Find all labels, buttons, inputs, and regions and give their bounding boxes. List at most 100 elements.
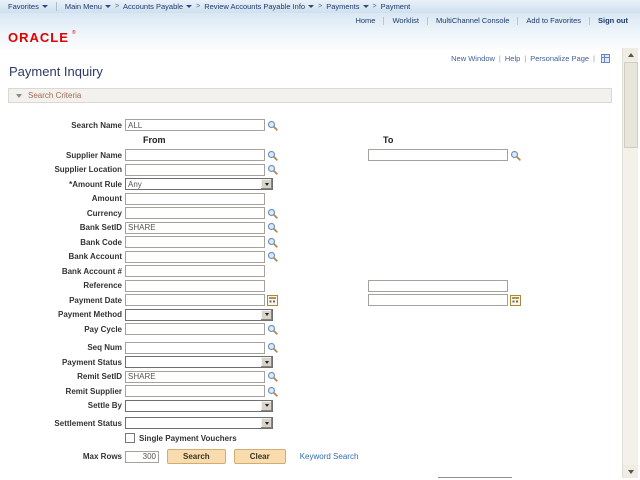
- field-label-bank-account-number: Bank Account #: [0, 267, 125, 276]
- page-link-new-window[interactable]: New Window: [451, 54, 495, 63]
- lookup-icon[interactable]: [267, 164, 278, 175]
- lookup-icon[interactable]: [510, 150, 521, 161]
- field-label-seq-num: Seq Num: [0, 343, 125, 352]
- dropdown-arrow-glyph: [265, 183, 269, 186]
- dropdown-caret-icon: [308, 5, 314, 8]
- field-cell: [125, 193, 265, 205]
- header-link-worklist[interactable]: Worklist: [392, 16, 419, 25]
- lookup-icon[interactable]: [267, 386, 278, 397]
- dropdown-arrow-icon[interactable]: [261, 310, 272, 320]
- single-payment-vouchers-checkbox[interactable]: [125, 433, 135, 443]
- lookup-icon[interactable]: [267, 371, 278, 382]
- pay-cycle-input[interactable]: [125, 323, 265, 335]
- field-label-bank-setid: Bank SetID: [0, 223, 125, 232]
- bank-setid-input[interactable]: [125, 222, 265, 234]
- dropdown-arrow-icon[interactable]: [261, 179, 272, 189]
- field-label-currency: Currency: [0, 209, 125, 218]
- search-name-input[interactable]: [125, 119, 265, 131]
- field-cell: [125, 236, 278, 248]
- page-link-personalize-page[interactable]: Personalize Page: [530, 54, 589, 63]
- seq-num-field: [125, 342, 278, 354]
- field-label-bank-code: Bank Code: [0, 238, 125, 247]
- sign-out-link[interactable]: Sign out: [598, 16, 628, 25]
- dropdown-arrow-icon[interactable]: [261, 418, 272, 428]
- search-criteria-form: Search Name From To Supplier NameSupplie…: [0, 117, 614, 431]
- scroll-up-button[interactable]: [623, 48, 638, 61]
- lookup-icon[interactable]: [267, 120, 278, 131]
- page-links: New Window|Help|Personalize Page|: [451, 54, 610, 63]
- search-button[interactable]: Search: [167, 449, 226, 464]
- dropdown-arrow-icon[interactable]: [261, 357, 272, 367]
- supplier-location-input[interactable]: [125, 164, 265, 176]
- reference-input[interactable]: [125, 280, 265, 292]
- breadcrumb-item-payments[interactable]: Payments: [326, 2, 368, 11]
- reference-to-input[interactable]: [368, 280, 508, 292]
- form-row-remit-supplier: Remit Supplier: [0, 384, 614, 399]
- amount-input[interactable]: [125, 193, 265, 205]
- clear-button[interactable]: Clear: [234, 449, 286, 464]
- field-cell: [125, 164, 278, 176]
- link-separator: [589, 17, 590, 25]
- breadcrumb-label: Review Accounts Payable Info: [204, 2, 305, 11]
- settlement-status-field: [125, 417, 273, 429]
- breadcrumb-label: Payment: [381, 2, 411, 11]
- breadcrumb-item-accounts-payable[interactable]: Accounts Payable: [123, 2, 192, 11]
- supplier-name-field: [125, 149, 278, 161]
- seq-num-input[interactable]: [125, 342, 265, 354]
- amount-rule-select[interactable]: Any: [125, 178, 273, 190]
- remit-supplier-input[interactable]: [125, 385, 265, 397]
- lookup-icon[interactable]: [267, 342, 278, 353]
- payment-method-select[interactable]: [125, 309, 273, 321]
- breadcrumb-item-main-menu[interactable]: Main Menu: [65, 2, 111, 11]
- vertical-scrollbar[interactable]: [622, 48, 638, 478]
- supplier-name-input[interactable]: [125, 149, 265, 161]
- max-rows-input[interactable]: [125, 451, 159, 463]
- keyword-search-link[interactable]: Keyword Search: [300, 452, 359, 461]
- bank-account-field: [125, 251, 278, 263]
- payment-date-input[interactable]: [125, 294, 265, 306]
- supplier-name-to-field: [368, 149, 521, 161]
- lookup-icon[interactable]: [267, 208, 278, 219]
- header-link-multichannel-console[interactable]: MultiChannel Console: [436, 16, 509, 25]
- supplier-name-to-field: [368, 149, 521, 161]
- field-label-settlement-status: Settlement Status: [0, 419, 125, 428]
- field-cell: [125, 356, 273, 368]
- bank-account-input[interactable]: [125, 251, 265, 263]
- calendar-icon[interactable]: [267, 295, 278, 306]
- lookup-icon[interactable]: [267, 324, 278, 335]
- currency-input[interactable]: [125, 207, 265, 219]
- registered-mark: ®: [72, 30, 76, 36]
- scroll-down-button[interactable]: [623, 465, 638, 478]
- breadcrumb-item-review-accounts-payable-info[interactable]: Review Accounts Payable Info: [204, 2, 314, 11]
- settle-by-select[interactable]: [125, 400, 273, 412]
- frame-bottom-edge: [438, 477, 512, 478]
- form-row-bank-account-number: Bank Account #: [0, 264, 614, 279]
- field-cell: [125, 417, 273, 429]
- page-link-help[interactable]: Help: [505, 54, 520, 63]
- lookup-icon[interactable]: [267, 237, 278, 248]
- personalize-grid-icon[interactable]: [601, 54, 610, 63]
- bank-account-number-input[interactable]: [125, 265, 265, 277]
- scrollbar-thumb[interactable]: [624, 62, 638, 148]
- form-row-supplier-location: Supplier Location: [0, 163, 614, 178]
- scroll-up-icon: [628, 53, 634, 57]
- bank-code-input[interactable]: [125, 236, 265, 248]
- lookup-icon[interactable]: [267, 251, 278, 262]
- breadcrumb-item-payment[interactable]: Payment: [381, 2, 411, 11]
- remit-setid-input[interactable]: [125, 371, 265, 383]
- supplier-name-to-input[interactable]: [368, 149, 508, 161]
- payment-status-select[interactable]: [125, 356, 273, 368]
- header-link-home[interactable]: Home: [355, 16, 375, 25]
- lookup-icon[interactable]: [267, 150, 278, 161]
- dropdown-caret-icon: [186, 5, 192, 8]
- collapse-triangle-icon[interactable]: [16, 94, 22, 98]
- dropdown-arrow-icon[interactable]: [261, 401, 272, 411]
- payment-date-to-input[interactable]: [368, 294, 508, 306]
- lookup-icon[interactable]: [267, 222, 278, 233]
- breadcrumb-item-favorites[interactable]: Favorites: [8, 2, 48, 11]
- breadcrumb-separator: >: [115, 3, 119, 10]
- search-criteria-header[interactable]: Search Criteria: [8, 88, 612, 103]
- calendar-icon[interactable]: [510, 295, 521, 306]
- header-link-add-to-favorites[interactable]: Add to Favorites: [526, 16, 581, 25]
- settlement-status-select[interactable]: [125, 417, 273, 429]
